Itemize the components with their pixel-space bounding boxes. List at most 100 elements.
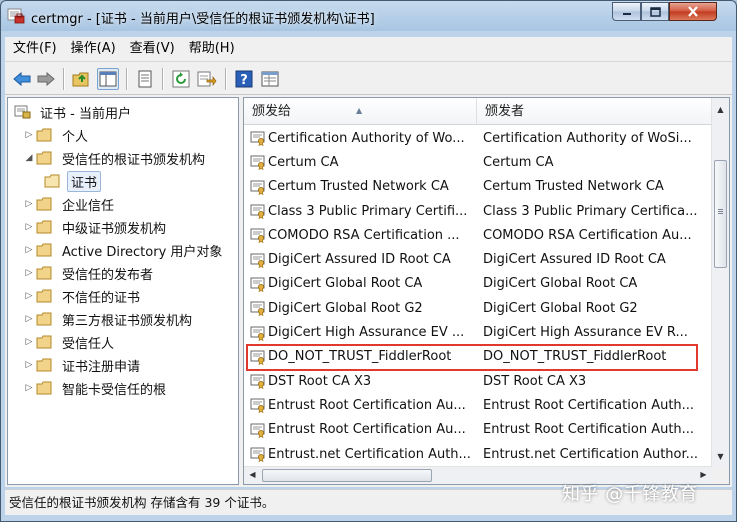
toolbar: ?	[5, 61, 732, 95]
tree-item-trusted-root[interactable]: ◢ 受信任的根证书颁发机构	[22, 147, 208, 169]
column-header-issued-by[interactable]: 颁发者	[477, 98, 712, 124]
help-button[interactable]: ?	[233, 68, 255, 90]
issued-to-cell: DO_NOT_TRUST_FiddlerRoot	[244, 349, 477, 365]
tree-item-untrusted[interactable]: ▷ 不信任的证书	[22, 285, 143, 307]
issued-by-cell: Certum CA	[483, 154, 554, 170]
list-row[interactable]: DigiCert Global Root G2 DigiCert Global R…	[244, 296, 712, 320]
tree-item-third-party-root[interactable]: ▷ 第三方根证书颁发机构	[22, 308, 195, 330]
issued-by-cell: COMODO RSA Certification Au...	[483, 227, 692, 243]
issued-to-text: Certum Trusted Network CA	[268, 179, 449, 195]
expand-arrow-icon[interactable]: ▷	[22, 337, 36, 347]
tree-item-enterprise-trust[interactable]: ▷ 企业信任	[22, 193, 117, 215]
toolbar-separator	[162, 68, 164, 90]
certificate-list-pane[interactable]: 颁发给 ▲ 颁发者 Certification Authority of Wo.…	[243, 97, 730, 485]
maximize-icon	[649, 6, 661, 17]
expand-arrow-icon[interactable]: ▷	[22, 360, 36, 370]
list-row[interactable]: Certification Authority of Wo... Certific…	[244, 126, 712, 150]
scroll-left-arrow-icon[interactable]: ◀	[244, 470, 261, 479]
collapse-arrow-icon[interactable]: ◢	[22, 153, 36, 163]
toolbar-separator	[126, 68, 128, 90]
console-tree-button[interactable]	[259, 68, 281, 90]
list-row[interactable]: Entrust Root Certification Au... Entrust …	[244, 393, 712, 417]
certificate-icon	[250, 423, 265, 438]
close-button[interactable]	[669, 2, 717, 21]
issued-to-cell: DigiCert Global Root G2	[244, 300, 477, 317]
tree-item-trusted-publishers[interactable]: ▷ 受信任的发布者	[22, 262, 156, 284]
expand-arrow-icon[interactable]: ▷	[22, 130, 36, 140]
vertical-scrollbar[interactable]: ▲ ▼	[711, 98, 729, 468]
list-row[interactable]: Entrust Root Certification Au... Entrust …	[244, 418, 712, 442]
tree-item-certificates[interactable]: 证书	[44, 170, 102, 192]
list-row-highlighted[interactable]: DO_NOT_TRUST_FiddlerRoot DO_NOT_TRUST_Fid…	[244, 345, 712, 369]
back-button[interactable]	[11, 68, 33, 90]
list-row[interactable]: DigiCert High Assurance EV ... DigiCert H…	[244, 320, 712, 344]
certificate-icon	[250, 447, 265, 463]
minimize-button[interactable]	[612, 2, 641, 21]
tree-item-trusted-people[interactable]: ▷ 受信任人	[22, 331, 117, 353]
issued-to-cell: Certum Trusted Network CA	[244, 179, 477, 195]
vertical-scroll-thumb[interactable]	[714, 160, 727, 268]
list-row[interactable]: DST Root CA X3 DST Root CA X3	[244, 369, 712, 393]
issued-by-cell: DigiCert Assured ID Root CA	[483, 252, 666, 268]
list-row[interactable]: Class 3 Public Primary Certifi... Class 3…	[244, 199, 712, 223]
list-row[interactable]: DigiCert Global Root CA DigiCert Global R…	[244, 272, 712, 296]
certificate-list: Certification Authority of Wo... Certific…	[244, 126, 712, 470]
certmgr-window: certmgr - [证书 - 当前用户\受信任的根证书颁发机构\证书] 文件(…	[0, 0, 737, 522]
expand-arrow-icon[interactable]: ▷	[22, 291, 36, 301]
expand-arrow-icon[interactable]: ▷	[22, 199, 36, 209]
title-bar[interactable]: certmgr - [证书 - 当前用户\受信任的根证书颁发机构\证书]	[1, 1, 736, 31]
forward-button[interactable]	[35, 68, 57, 90]
list-row[interactable]: Certum Trusted Network CA Certum Trusted …	[244, 175, 712, 199]
maximize-button[interactable]	[641, 2, 669, 21]
expand-arrow-icon[interactable]: ▷	[22, 268, 36, 278]
issued-by-cell: Class 3 Public Primary Certifica...	[483, 203, 698, 219]
scroll-up-arrow-icon[interactable]: ▲	[712, 105, 729, 114]
issued-to-cell: DigiCert Assured ID Root CA	[244, 252, 477, 268]
issued-by-cell: DST Root CA X3	[483, 373, 587, 389]
up-level-button[interactable]	[71, 68, 93, 90]
properties-button[interactable]	[134, 68, 156, 90]
list-row[interactable]: COMODO RSA Certification ... COMODO RSA C…	[244, 223, 712, 247]
expand-arrow-icon[interactable]: ▷	[22, 222, 36, 232]
expand-arrow-icon[interactable]: ▷	[22, 245, 36, 255]
tree-item-smart-card-root[interactable]: ▷ 智能卡受信任的根	[22, 377, 169, 399]
certificate-icon	[250, 180, 265, 195]
list-row[interactable]: Certum CA Certum CA	[244, 150, 712, 174]
tree-item-enrollment-requests[interactable]: ▷ 证书注册申请	[22, 354, 143, 376]
scroll-right-arrow-icon[interactable]: ▶	[695, 470, 712, 479]
issued-to-text: DST Root CA X3	[268, 373, 372, 389]
list-header: 颁发给 ▲ 颁发者	[244, 98, 712, 125]
issued-by-cell: DigiCert Global Root G2	[483, 300, 638, 316]
certificate-icon	[250, 374, 265, 390]
menu-action[interactable]: 操作(A)	[63, 37, 122, 61]
expand-arrow-icon[interactable]: ▷	[22, 383, 36, 393]
issued-by-cell: DO_NOT_TRUST_FiddlerRoot	[483, 349, 667, 365]
toolbar-separator	[225, 68, 227, 90]
export-list-button[interactable]	[196, 68, 218, 90]
console-tree-pane[interactable]: 证书 - 当前用户 ▷ 个人 ◢ 受信任的根证书颁发机构 证书 ▷ 企业信任 ▷…	[7, 97, 239, 485]
expand-arrow-icon[interactable]: ▷	[22, 314, 36, 324]
issued-to-text: Certum CA	[268, 154, 339, 170]
scroll-down-arrow-icon[interactable]: ▼	[712, 452, 729, 461]
list-row[interactable]: Entrust.net Certification Auth... Entrust…	[244, 442, 712, 466]
folder-icon	[36, 266, 52, 280]
folder-icon	[44, 174, 60, 188]
folder-icon	[36, 197, 52, 211]
horizontal-scroll-thumb[interactable]	[262, 469, 432, 482]
folder-icon	[36, 381, 52, 395]
tree-item-personal[interactable]: ▷ 个人	[22, 124, 91, 146]
issued-to-text: DigiCert High Assurance EV ...	[268, 325, 465, 341]
issued-to-cell: COMODO RSA Certification ...	[244, 227, 477, 244]
column-header-issued-to[interactable]: 颁发给 ▲	[244, 98, 477, 124]
menu-file[interactable]: 文件(F)	[5, 37, 63, 61]
up-folder-icon	[72, 72, 89, 87]
refresh-button[interactable]	[170, 68, 192, 90]
list-row[interactable]: DigiCert Assured ID Root CA DigiCert Assu…	[244, 248, 712, 272]
tree-item-active-directory[interactable]: ▷ Active Directory 用户对象	[22, 239, 225, 261]
tree-root[interactable]: 证书 - 当前用户	[14, 101, 134, 123]
menu-help[interactable]: 帮助(H)	[181, 37, 241, 61]
show-hide-tree-button[interactable]	[97, 68, 119, 90]
menu-view[interactable]: 查看(V)	[122, 37, 181, 61]
export-list-icon	[197, 71, 217, 87]
tree-item-intermediate-ca[interactable]: ▷ 中级证书颁发机构	[22, 216, 169, 238]
